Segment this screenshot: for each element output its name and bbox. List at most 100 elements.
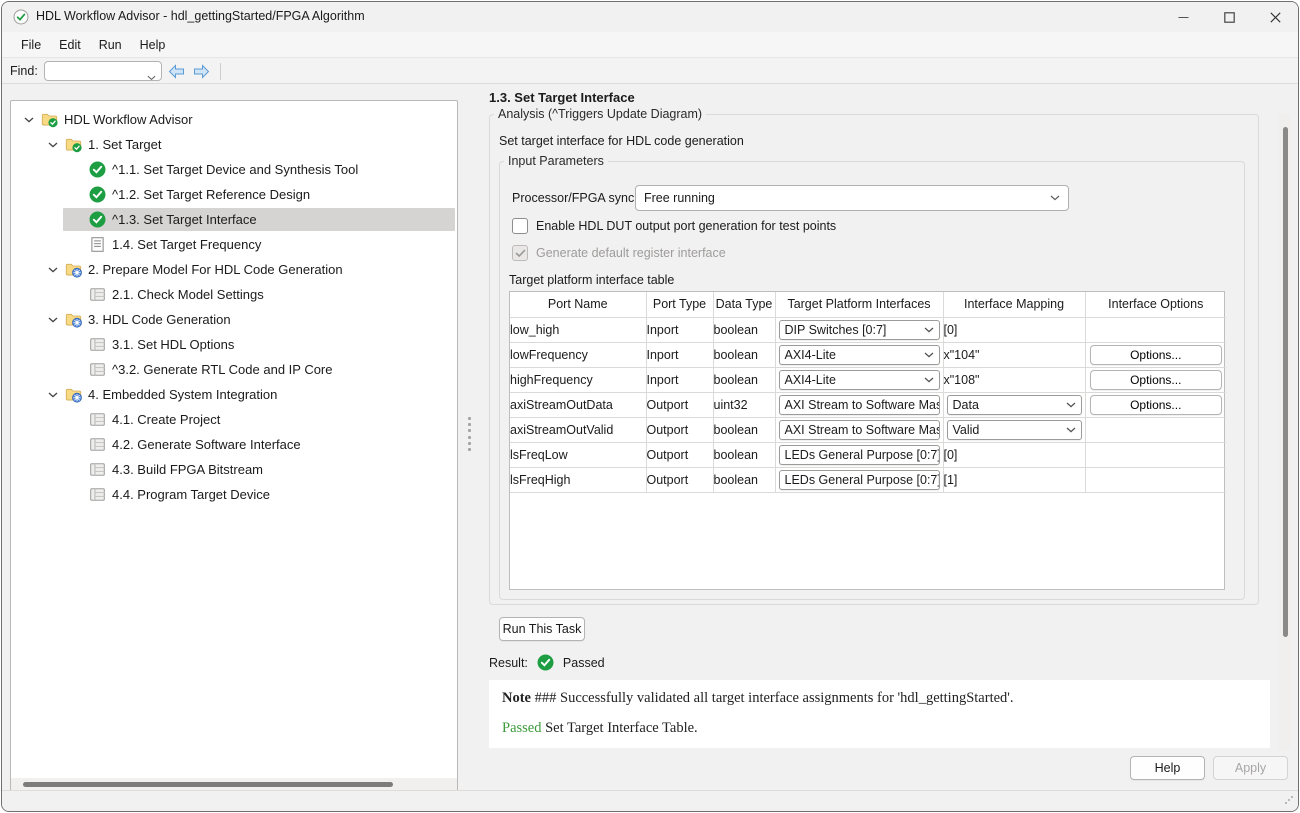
tree-item-2-prepare-model-for-hdl-code-generation[interactable]: 2. Prepare Model For HDL Code Generation bbox=[11, 257, 457, 282]
table-icon bbox=[89, 486, 106, 503]
toolbar-separator bbox=[220, 63, 221, 80]
tree-item-3-1-set-hdl-options[interactable]: 3.1. Set HDL Options bbox=[11, 332, 457, 357]
target-interface-dropdown[interactable]: AXI4-Lite bbox=[779, 370, 940, 390]
title-bar: HDL Workflow Advisor - hdl_gettingStarte… bbox=[2, 2, 1298, 32]
tree-item-1-1-set-target-device-and-synthesis-tool[interactable]: ^1.1. Set Target Device and Synthesis To… bbox=[11, 157, 457, 182]
passed-line: Passed Set Target Interface Table. bbox=[502, 720, 698, 737]
result-value: Passed bbox=[563, 656, 605, 670]
data-type-cell: boolean bbox=[713, 442, 775, 467]
options-button[interactable]: Options... bbox=[1090, 370, 1222, 390]
interface-mapping-cell[interactable]: [0] bbox=[943, 442, 1085, 467]
apply-button[interactable]: Apply bbox=[1213, 756, 1288, 780]
tree-item-4-embedded-system-integration[interactable]: 4. Embedded System Integration bbox=[11, 382, 457, 407]
options-button[interactable]: Options... bbox=[1090, 395, 1222, 415]
column-header: Data Type bbox=[713, 292, 775, 317]
interface-mapping-cell: Valid bbox=[943, 417, 1085, 442]
port-type-cell: Inport bbox=[646, 317, 713, 342]
minimize-button[interactable] bbox=[1160, 2, 1206, 32]
data-type-cell: uint32 bbox=[713, 392, 775, 417]
interface-mapping-cell[interactable]: [1] bbox=[943, 467, 1085, 492]
register-checkbox[interactable] bbox=[512, 245, 528, 261]
find-previous-button[interactable] bbox=[166, 61, 187, 81]
port-type-cell: Inport bbox=[646, 342, 713, 367]
chevron-down-icon bbox=[48, 317, 58, 323]
find-next-button[interactable] bbox=[191, 61, 212, 81]
interface-mapping-dropdown[interactable]: Valid bbox=[947, 420, 1082, 440]
port-type-cell: Outport bbox=[646, 442, 713, 467]
tree-item-4-3-build-fpga-bitstream[interactable]: 4.3. Build FPGA Bitstream bbox=[11, 457, 457, 482]
folder-gear-icon bbox=[65, 386, 82, 403]
target-interface-dropdown[interactable]: AXI Stream to Software Master bbox=[779, 395, 940, 415]
target-interface-cell: AXI4-Lite bbox=[775, 367, 943, 392]
find-input[interactable] bbox=[50, 63, 146, 79]
port-type-cell: Inport bbox=[646, 367, 713, 392]
chevron-down-icon[interactable] bbox=[147, 69, 156, 84]
menu-run[interactable]: Run bbox=[90, 35, 131, 55]
tree-item-4-1-create-project[interactable]: 4.1. Create Project bbox=[11, 407, 457, 432]
tree-expand-chevron-icon[interactable] bbox=[45, 317, 61, 323]
chevron-down-icon bbox=[24, 117, 34, 123]
find-combobox[interactable] bbox=[44, 61, 162, 81]
vertical-scrollbar[interactable] bbox=[1279, 114, 1291, 750]
target-interface-cell: AXI Stream to Software Master bbox=[775, 417, 943, 442]
panel-splitter[interactable] bbox=[468, 417, 472, 451]
tree-item-hdl-workflow-advisor[interactable]: HDL Workflow Advisor bbox=[11, 107, 457, 132]
tree-item-1-set-target[interactable]: 1. Set Target bbox=[11, 132, 457, 157]
chevron-down-icon bbox=[924, 377, 934, 383]
app-icon bbox=[13, 9, 29, 25]
tree-expand-chevron-icon[interactable] bbox=[45, 142, 61, 148]
close-button[interactable] bbox=[1252, 2, 1298, 32]
column-header: Interface Options bbox=[1085, 292, 1226, 317]
tree-item-1-3-set-target-interface[interactable]: ^1.3. Set Target Interface bbox=[11, 207, 457, 232]
testpoints-checkbox[interactable] bbox=[512, 218, 528, 234]
tree-expand-chevron-icon[interactable] bbox=[21, 117, 37, 123]
menu-help[interactable]: Help bbox=[131, 35, 175, 55]
options-button[interactable]: Options... bbox=[1090, 345, 1222, 365]
tree-item-1-2-set-target-reference-design[interactable]: ^1.2. Set Target Reference Design bbox=[11, 182, 457, 207]
interface-options-cell bbox=[1085, 467, 1226, 492]
port-name-cell: lsFreqHigh bbox=[510, 467, 646, 492]
chevron-down-icon bbox=[1050, 195, 1060, 201]
help-button[interactable]: Help bbox=[1130, 756, 1205, 780]
passed-text: Set Target Interface Table. bbox=[541, 720, 697, 736]
target-interface-dropdown[interactable]: LEDs General Purpose [0:7] bbox=[779, 445, 940, 465]
interface-options-cell bbox=[1085, 417, 1226, 442]
target-interface-dropdown[interactable]: AXI Stream to Software Master bbox=[779, 420, 940, 440]
vertical-scrollbar-thumb[interactable] bbox=[1283, 127, 1288, 637]
tree-item-4-4-program-target-device[interactable]: 4.4. Program Target Device bbox=[11, 482, 457, 507]
task-description: Set target interface for HDL code genera… bbox=[499, 134, 744, 148]
target-interface-dropdown[interactable]: AXI4-Lite bbox=[779, 345, 940, 365]
tree-item-3-2-generate-rtl-code-and-ip-core[interactable]: ^3.2. Generate RTL Code and IP Core bbox=[11, 357, 457, 382]
tree-item-3-hdl-code-generation[interactable]: 3. HDL Code Generation bbox=[11, 307, 457, 332]
check-icon bbox=[89, 186, 106, 203]
sync-dropdown[interactable]: Free running bbox=[635, 185, 1069, 211]
tree-item-label: HDL Workflow Advisor bbox=[64, 112, 193, 127]
passed-word: Passed bbox=[502, 720, 541, 736]
data-type-cell: boolean bbox=[713, 367, 775, 392]
interface-mapping-cell[interactable]: [0] bbox=[943, 317, 1085, 342]
resize-grip-icon[interactable] bbox=[1284, 793, 1294, 808]
task-heading: 1.3. Set Target Interface bbox=[489, 90, 635, 105]
interface-mapping-cell[interactable]: x"108" bbox=[943, 367, 1085, 392]
interface-table-label: Target platform interface table bbox=[509, 273, 674, 287]
chevron-down-icon bbox=[924, 352, 934, 358]
chevron-down-icon bbox=[48, 267, 58, 273]
menu-edit[interactable]: Edit bbox=[50, 35, 90, 55]
interface-mapping-dropdown[interactable]: Data bbox=[947, 395, 1082, 415]
tree-hscroll-thumb[interactable] bbox=[23, 782, 393, 787]
tree-item-1-4-set-target-frequency[interactable]: 1.4. Set Target Frequency bbox=[11, 232, 457, 257]
tree-item-label: 4.3. Build FPGA Bitstream bbox=[112, 462, 263, 477]
folder-gear-icon bbox=[65, 311, 82, 328]
folder-check-icon bbox=[41, 111, 58, 128]
maximize-button[interactable] bbox=[1206, 2, 1252, 32]
tree-expand-chevron-icon[interactable] bbox=[45, 392, 61, 398]
tree-item-2-1-check-model-settings[interactable]: 2.1. Check Model Settings bbox=[11, 282, 457, 307]
target-interface-dropdown[interactable]: LEDs General Purpose [0:7] bbox=[779, 470, 940, 490]
chevron-down-icon bbox=[48, 142, 58, 148]
target-interface-dropdown[interactable]: DIP Switches [0:7] bbox=[779, 320, 940, 340]
run-this-task-button[interactable]: Run This Task bbox=[499, 617, 585, 641]
tree-item-4-2-generate-software-interface[interactable]: 4.2. Generate Software Interface bbox=[11, 432, 457, 457]
menu-file[interactable]: File bbox=[12, 35, 50, 55]
interface-mapping-cell[interactable]: x"104" bbox=[943, 342, 1085, 367]
tree-expand-chevron-icon[interactable] bbox=[45, 267, 61, 273]
